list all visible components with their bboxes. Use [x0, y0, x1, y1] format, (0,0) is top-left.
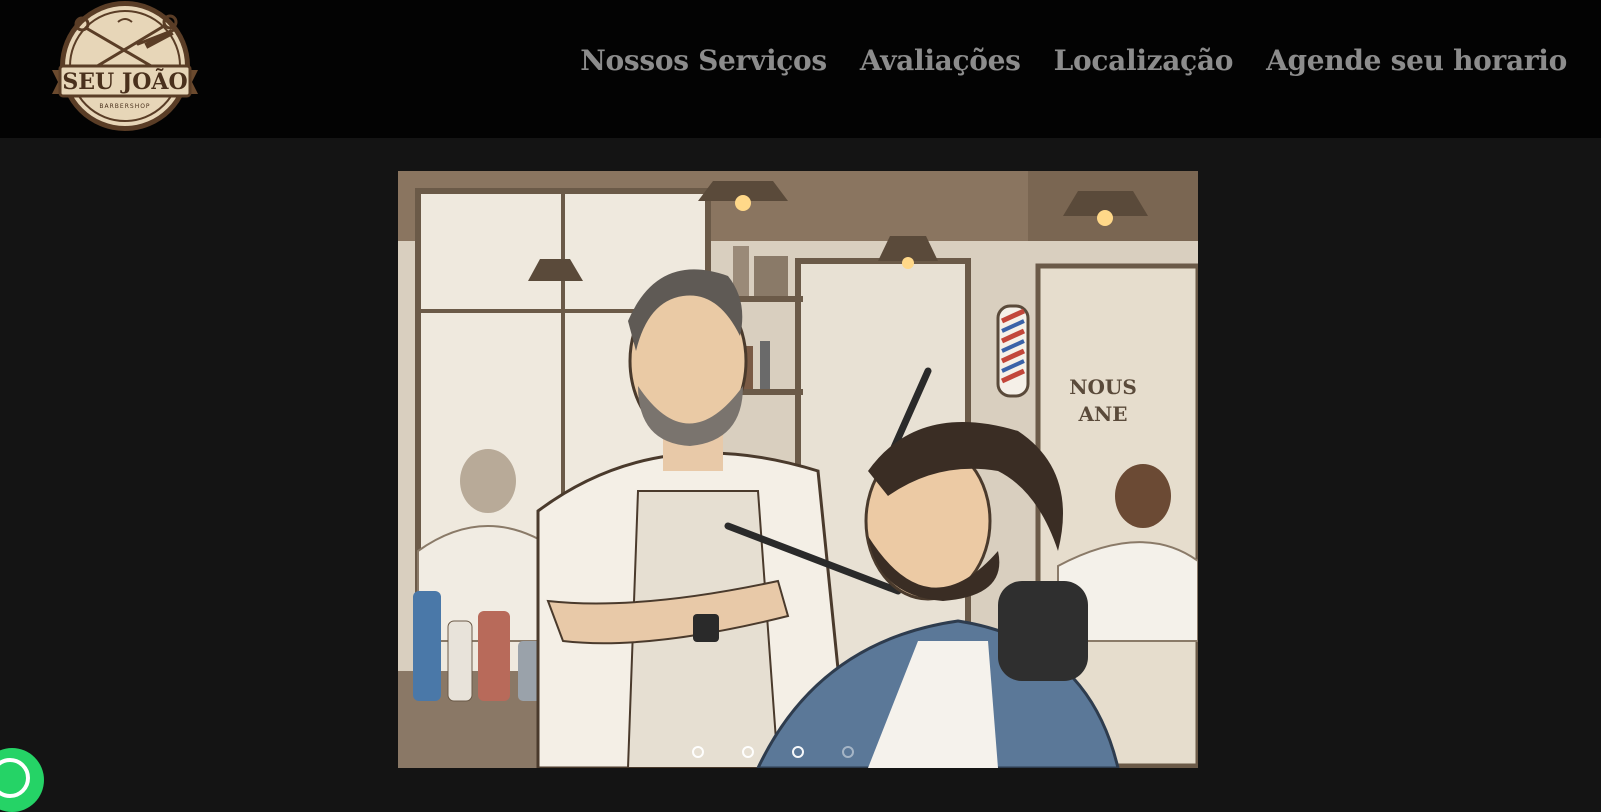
top-navbar: SEU JOÃO BARBERSHOP Nossos Serviços Aval…: [0, 0, 1601, 138]
whatsapp-float-button[interactable]: [0, 748, 44, 812]
shop-window-text-2: ANE: [1077, 402, 1127, 426]
whatsapp-icon: [0, 758, 30, 798]
carousel-dot-4[interactable]: [842, 746, 854, 758]
hero-carousel[interactable]: NOUS ANE: [398, 171, 1198, 768]
nav-agendar[interactable]: Agende seu horario: [1266, 44, 1567, 77]
nav-localizacao[interactable]: Localização: [1054, 44, 1234, 77]
brand-name: SEU JOÃO: [62, 68, 187, 95]
carousel-dot-3[interactable]: [792, 746, 804, 758]
carousel-dot-2[interactable]: [742, 746, 754, 758]
main-nav: Nossos Serviços Avaliações Localização A…: [580, 44, 1567, 77]
shop-window-text-1: NOUS: [1069, 375, 1137, 399]
carousel-slide-image: NOUS ANE: [398, 171, 1198, 768]
nav-servicos[interactable]: Nossos Serviços: [580, 44, 827, 77]
brand-logo[interactable]: SEU JOÃO BARBERSHOP: [46, 0, 204, 134]
carousel-indicators: [398, 746, 1173, 758]
carousel-dot-1[interactable]: [692, 746, 704, 758]
nav-avaliacoes[interactable]: Avaliações: [860, 44, 1021, 77]
brand-subtitle: BARBERSHOP: [99, 103, 150, 110]
